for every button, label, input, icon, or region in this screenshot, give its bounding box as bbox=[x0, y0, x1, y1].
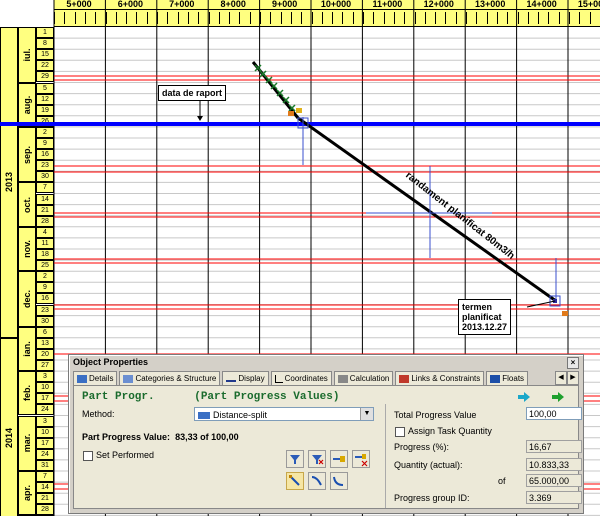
method-select[interactable]: Distance-split ▼ bbox=[194, 407, 374, 421]
tab-categories-label: Categories & Structure bbox=[135, 374, 217, 383]
progress-pct-label: Progress (%): bbox=[394, 442, 450, 452]
object-properties-dialog[interactable]: Object Properties × Details Categories &… bbox=[68, 354, 584, 514]
set-performed-checkbox[interactable] bbox=[83, 451, 93, 461]
assign-task-quantity-checkbox[interactable] bbox=[395, 427, 405, 437]
deadline-line-3: 2013.12.27 bbox=[462, 322, 508, 332]
close-icon[interactable]: × bbox=[567, 357, 579, 369]
node-marker bbox=[288, 111, 294, 116]
progress-group-value: 3.369 bbox=[526, 491, 582, 504]
calculation-icon bbox=[337, 375, 348, 383]
tab-display[interactable]: Display bbox=[222, 371, 269, 386]
planned-progress-line bbox=[297, 116, 557, 303]
dialog-titlebar[interactable]: Object Properties × bbox=[69, 355, 583, 369]
tab-details-label: Details bbox=[89, 374, 114, 383]
deadline-line-1: termen bbox=[462, 302, 493, 312]
line-select-icon[interactable] bbox=[286, 472, 304, 490]
panel-subtitle-text: (Part Progress Values) bbox=[194, 391, 340, 403]
tab-scroll-left-icon[interactable]: ◀ bbox=[555, 371, 567, 385]
dialog-tabs: Details Categories & Structure Display C… bbox=[73, 371, 579, 386]
arrow-right-cross-icon[interactable] bbox=[352, 450, 370, 468]
chevron-down-icon[interactable]: ▼ bbox=[360, 408, 373, 420]
line-down-icon[interactable] bbox=[330, 472, 348, 490]
tab-floats[interactable]: Floats bbox=[486, 371, 529, 386]
structure-icon bbox=[123, 375, 134, 383]
tab-coordinates[interactable]: Coordinates bbox=[270, 371, 332, 386]
tab-links-constraints[interactable]: Links & Constraints bbox=[395, 371, 485, 386]
display-icon bbox=[226, 380, 237, 382]
filter-icon[interactable] bbox=[286, 450, 304, 468]
quantity-actual-value: 10.833,33 bbox=[526, 458, 582, 471]
tab-links-label: Links & Constraints bbox=[411, 374, 481, 383]
arrow-right-green-icon[interactable] bbox=[552, 392, 564, 404]
part-progress-value: 83,33 of 100,00 bbox=[175, 432, 239, 442]
node-marker bbox=[562, 311, 568, 316]
line-up-icon[interactable] bbox=[308, 472, 326, 490]
tab-details[interactable]: Details bbox=[73, 371, 118, 386]
coordinates-icon bbox=[274, 375, 283, 383]
links-icon bbox=[399, 375, 410, 383]
report-date-arrowhead bbox=[197, 116, 203, 121]
tab-categories-structure[interactable]: Categories & Structure bbox=[119, 371, 221, 386]
part-progress-label-text: Part Progress Value: bbox=[82, 432, 171, 442]
node-marker bbox=[296, 108, 302, 113]
method-label: Method: bbox=[82, 409, 115, 419]
deadline-line-2: planificat bbox=[462, 312, 502, 322]
part-progress-label: Part Progress Value: 83,33 of 100,00 bbox=[82, 432, 239, 442]
assign-task-quantity-label: Assign Task Quantity bbox=[408, 426, 492, 436]
tab-scroll-right-icon[interactable]: ▶ bbox=[567, 371, 579, 385]
details-icon bbox=[77, 375, 87, 383]
tab-calculation-label: Calculation bbox=[349, 374, 390, 383]
total-progress-input[interactable]: 100,00 bbox=[526, 407, 582, 420]
tab-scroll: ◀ ▶ bbox=[555, 371, 579, 385]
floats-icon bbox=[490, 375, 501, 383]
tab-floats-label: Floats bbox=[502, 374, 525, 383]
panel-title: Part Progr. (Part Progress Values) bbox=[82, 391, 339, 403]
tab-display-label: Display bbox=[238, 374, 265, 383]
quantity-total-value: 65.000,00 bbox=[526, 474, 582, 487]
distance-split-icon bbox=[198, 412, 210, 420]
tab-coordinates-label: Coordinates bbox=[284, 374, 328, 383]
of-label: of bbox=[498, 476, 506, 486]
filter-clear-icon[interactable] bbox=[308, 450, 326, 468]
method-value: Distance-split bbox=[213, 410, 268, 420]
set-performed-label: Set Performed bbox=[96, 450, 155, 460]
progress-group-label: Progress group ID: bbox=[394, 493, 470, 503]
report-date-label: data de raport bbox=[158, 85, 227, 101]
arrow-right-cyan-icon[interactable] bbox=[518, 392, 530, 404]
arrow-right-icon[interactable] bbox=[330, 450, 348, 468]
quantity-actual-label: Quantity (actual): bbox=[394, 460, 463, 470]
progress-pct-value: 16,67 bbox=[526, 440, 582, 453]
part-progress-panel: Part Progr. (Part Progress Values) Metho… bbox=[73, 385, 582, 509]
planned-deadline-label: termen planificat 2013.12.27 bbox=[458, 299, 512, 335]
dialog-title: Object Properties bbox=[73, 357, 149, 367]
total-progress-label: Total Progress Value bbox=[394, 410, 477, 420]
panel-divider bbox=[385, 404, 386, 508]
panel-title-text: Part Progr. bbox=[82, 391, 155, 403]
tab-calculation[interactable]: Calculation bbox=[333, 371, 394, 386]
